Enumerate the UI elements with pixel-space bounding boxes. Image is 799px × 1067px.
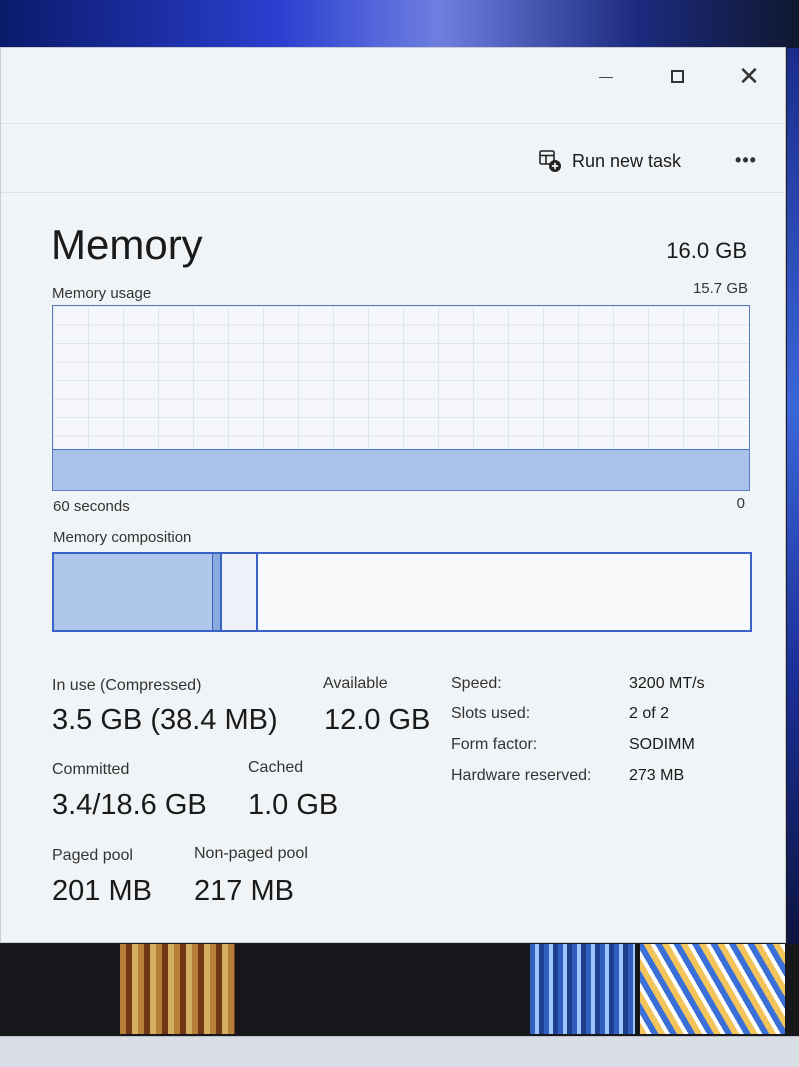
hardware-reserved-value: 273 MB [629,767,685,784]
non-paged-pool-label: Non-paged pool [194,845,308,862]
minimize-button[interactable] [576,56,636,96]
memory-usage-fill [53,448,749,490]
speed-value: 3200 MT/s [629,675,705,692]
background-window-thumbnail [640,944,785,1034]
close-button[interactable]: ✕ [719,56,779,96]
cached-label: Cached [248,759,304,776]
in-use-value: 3.5 GB (38.4 MB) [52,704,278,736]
maximize-button[interactable] [647,56,707,96]
in-use-label: In use (Compressed) [52,677,202,694]
memory-usage-label: Memory usage [52,285,152,302]
toolbar: Run new task ••• [1,123,785,193]
run-new-task-icon [538,149,562,173]
task-manager-window: ✕ Run new task ••• Memory 16.0 GB Memory… [0,47,786,943]
minimize-icon [599,76,613,78]
graph-axis-zero-label: 0 [736,495,745,512]
paged-pool-label: Paged pool [52,847,133,864]
committed-label: Committed [52,761,130,778]
desktop-wallpaper-edge [787,48,799,948]
maximize-icon [670,69,684,83]
total-memory: 16.0 GB [666,238,747,263]
form-factor-label: Form factor: [451,736,538,753]
more-options-icon: ••• [735,149,757,170]
page-title: Memory [51,221,203,268]
speed-label: Speed: [451,675,502,692]
committed-value: 3.4/18.6 GB [52,789,207,821]
close-icon: ✕ [738,60,760,91]
title-bar: ✕ [1,48,785,123]
composition-standby-segment [221,554,258,630]
taskbar [0,1036,799,1067]
background-window-thumbnail [120,944,235,1034]
memory-usage-max: 15.7 GB [692,280,748,297]
hardware-reserved-label: Hardware reserved: [451,767,592,784]
available-label: Available [323,675,388,692]
memory-composition-bar [52,552,752,632]
available-value: 12.0 GB [324,704,431,736]
composition-in-use-segment [54,554,214,630]
composition-modified-segment [213,554,222,630]
graph-axis-time-label: 60 seconds [53,498,130,515]
more-options-button[interactable]: ••• [731,148,761,172]
memory-composition-label: Memory composition [53,529,192,546]
non-paged-pool-value: 217 MB [194,875,294,907]
composition-free-segment [257,554,750,630]
form-factor-value: SODIMM [629,736,695,753]
background-window-thumbnail [530,944,635,1034]
slots-used-label: Slots used: [451,705,531,722]
cached-value: 1.0 GB [248,789,339,821]
slots-used-value: 2 of 2 [629,705,670,722]
desktop-wallpaper [0,0,799,48]
run-new-task-label: Run new task [572,150,682,171]
run-new-task-button[interactable]: Run new task [538,148,681,174]
paged-pool-value: 201 MB [52,875,152,907]
memory-usage-graph [52,305,750,491]
